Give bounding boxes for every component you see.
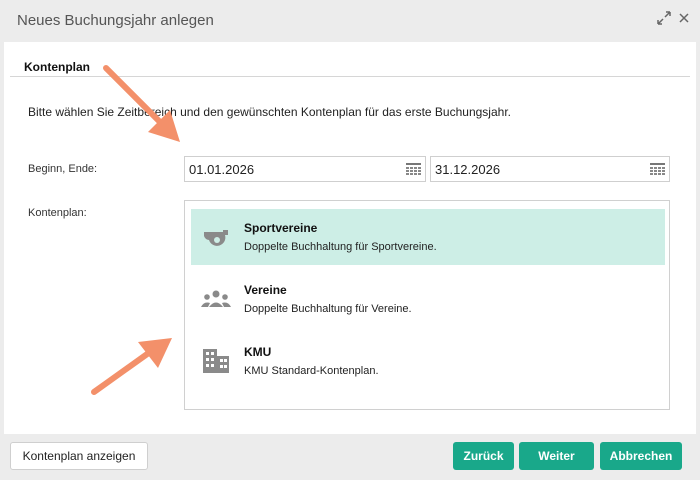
group-icon (201, 290, 231, 307)
plan-description: Doppelte Buchhaltung für Sportvereine. (244, 241, 437, 253)
plan-name: Sportvereine (244, 221, 318, 235)
dialog-titlebar: Neues Buchungsjahr anlegen (0, 0, 700, 42)
cancel-button[interactable]: Abbrechen (600, 442, 682, 470)
plan-description: Doppelte Buchhaltung für Vereine. (244, 303, 412, 315)
calendar-icon[interactable] (406, 163, 421, 176)
new-fiscal-year-dialog: Neues Buchungsjahr anlegen Kontenplan Bi… (0, 0, 700, 480)
start-date-field[interactable] (184, 156, 426, 182)
calendar-icon[interactable] (650, 163, 665, 176)
annotation-arrow-icon (91, 338, 172, 395)
plan-name: Vereine (244, 283, 287, 297)
dialog-title: Neues Buchungsjahr anlegen (17, 12, 214, 29)
annotation-arrow-icon (103, 65, 180, 142)
plan-item-sportvereine[interactable]: Sportvereine Doppelte Buchhaltung für Sp… (191, 209, 665, 265)
expand-arrows-icon-graphic (657, 11, 671, 25)
period-label: Beginn, Ende: (28, 163, 98, 175)
plan-item-vereine[interactable]: Vereine Doppelte Buchhaltung für Vereine… (191, 271, 665, 327)
section-title: Kontenplan (24, 60, 90, 74)
whistle-icon (204, 230, 228, 246)
close-icon-graphic (679, 13, 689, 23)
plan-label: Kontenplan: (28, 207, 87, 219)
plan-name: KMU (244, 345, 272, 359)
end-date-field[interactable] (430, 156, 670, 182)
start-date-input[interactable] (189, 160, 389, 178)
next-button[interactable]: Weiter (519, 442, 594, 470)
end-date-input[interactable] (435, 160, 635, 178)
plan-list: Sportvereine Doppelte Buchhaltung für Sp… (184, 200, 670, 410)
expand-arrows-icon[interactable] (656, 11, 672, 27)
close-icon[interactable] (676, 11, 692, 27)
back-button[interactable]: Zurück (453, 442, 514, 470)
plan-description: KMU Standard-Kontenplan. (244, 365, 379, 377)
building-icon (203, 349, 229, 373)
show-plan-button[interactable]: Kontenplan anzeigen (10, 442, 148, 470)
plan-item-kmu[interactable]: KMU KMU Standard-Kontenplan. (191, 333, 665, 389)
